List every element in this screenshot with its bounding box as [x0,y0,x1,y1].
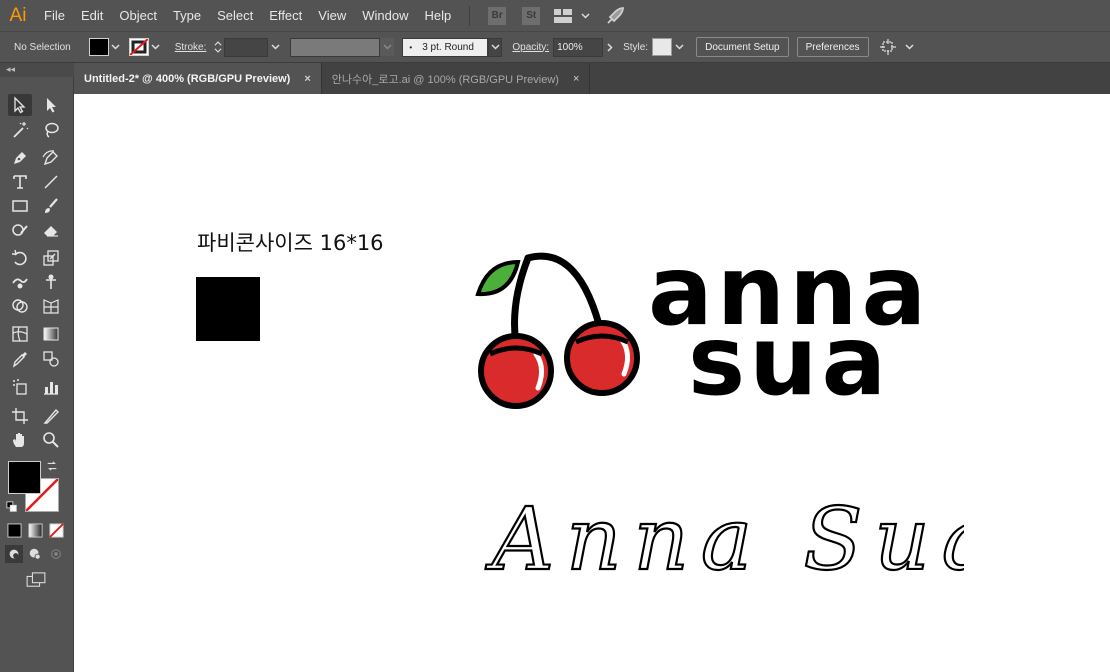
column-graph-tool-icon[interactable] [39,376,63,398]
menu-item-file[interactable]: File [36,0,73,31]
screen-mode-icon[interactable] [24,570,48,590]
rectangle-tool-icon[interactable] [8,195,32,217]
fill-swatch[interactable] [88,38,109,56]
draw-normal-icon[interactable] [5,545,23,563]
slice-tool-icon[interactable] [39,405,63,427]
warp-tool-icon[interactable] [8,271,32,293]
control-bar: No Selection Stroke: • 3 pt. Round Opaci… [0,31,1110,63]
blend-tool-icon[interactable] [39,348,63,370]
stroke-weight-chevron-icon[interactable] [268,38,282,56]
menu-item-window[interactable]: Window [354,0,416,31]
stroke-chevron-icon[interactable] [149,38,163,56]
paintbrush-tool-icon[interactable] [39,195,63,217]
stroke-swatch[interactable] [128,38,149,56]
opacity-field[interactable]: 100% [553,37,604,57]
anna-sua-cherry-logo[interactable]: anna sua [470,244,930,419]
panel-collapse-icon[interactable]: ◂◂ [0,63,74,77]
document-setup-button[interactable]: Document Setup [696,37,789,57]
puppet-warp-tool-icon[interactable] [39,271,63,293]
rotate-tool-icon[interactable] [8,247,32,269]
mesh-tool-icon[interactable] [8,323,32,345]
stroke-weight-stepper-icon[interactable] [212,38,224,56]
transform-options-icon[interactable] [877,37,899,57]
tab-untitled-2[interactable]: Untitled-2* @ 400% (RGB/GPU Preview) × [74,63,322,94]
none-mode-icon[interactable] [47,521,65,539]
workspace-chevron-icon[interactable] [578,7,592,25]
type-tool-icon[interactable] [8,171,32,193]
symbol-sprayer-tool-icon[interactable] [8,376,32,398]
zoom-tool-icon[interactable] [39,429,63,451]
opacity-arrow-icon[interactable] [603,38,617,56]
menu-item-object[interactable]: Object [111,0,165,31]
draw-behind-icon[interactable] [26,545,44,563]
tab-label: Untitled-2* @ 400% (RGB/GPU Preview) [84,72,291,85]
hand-tool-icon[interactable] [8,429,32,451]
direct-selection-tool-icon[interactable] [39,94,63,116]
logo-word-sua: sua [688,305,890,417]
control-bar-menu-chevron-icon[interactable] [903,38,917,56]
favicon-size-label[interactable]: 파비콘사이즈 16*16 [197,227,384,257]
brush-dot-icon: • [409,42,413,52]
close-icon[interactable]: × [304,73,310,85]
menu-item-effect[interactable]: Effect [261,0,310,31]
opacity-value: 100% [557,41,583,53]
line-segment-tool-icon[interactable] [39,171,63,193]
default-fill-stroke-icon[interactable] [5,500,19,514]
selection-tool-icon[interactable] [8,94,32,116]
brush-definition[interactable]: • 3 pt. Round [402,37,489,57]
lasso-tool-icon[interactable] [39,119,63,141]
shape-builder-tool-icon[interactable] [8,295,32,317]
anna-sua-script-logo[interactable]: Anna Sua [484,489,964,589]
tab-anna-sua-logo[interactable]: 안나수아_로고.ai @ 100% (RGB/GPU Preview) × [322,63,591,94]
gradient-tool-icon[interactable] [39,323,63,345]
tab-label: 안나수아_로고.ai @ 100% (RGB/GPU Preview) [331,73,559,86]
eraser-tool-icon[interactable] [39,219,63,241]
color-mode-icon[interactable] [5,521,23,539]
stroke-weight-field[interactable] [224,37,269,57]
selection-status: No Selection [14,41,71,53]
profile-chevron-icon[interactable] [380,38,395,56]
fill-chevron-icon[interactable] [109,38,123,56]
menu-separator [469,5,471,26]
menu-item-view[interactable]: View [310,0,354,31]
menu-bar: Ai File Edit Object Type Select Effect V… [0,0,1110,31]
brush-chevron-icon[interactable] [488,37,503,57]
artboard-tool-icon[interactable] [8,405,32,427]
preferences-button[interactable]: Preferences [796,37,869,57]
pen-tool-icon[interactable] [8,147,32,169]
menu-item-type[interactable]: Type [165,0,209,31]
gpu-rocket-icon[interactable] [604,6,626,26]
app-logo: Ai [9,4,27,26]
scale-tool-icon[interactable] [39,247,63,269]
bridge-button[interactable]: Br [488,6,507,25]
gradient-mode-icon[interactable] [26,521,44,539]
close-icon[interactable]: × [573,73,579,85]
swap-fill-stroke-icon[interactable] [45,459,59,473]
tools-panel: ◂◂ [0,63,74,672]
favicon-square[interactable] [196,277,260,341]
brush-label: 3 pt. Round [422,41,474,53]
variable-width-profile[interactable] [290,37,381,57]
menu-item-select[interactable]: Select [209,0,261,31]
eyedropper-tool-icon[interactable] [8,348,32,370]
opacity-label[interactable]: Opacity: [512,42,549,53]
workspace-layout-icon[interactable] [552,6,574,26]
fill-color-box[interactable] [8,461,41,494]
curvature-tool-icon[interactable] [39,147,63,169]
shaper-tool-icon[interactable] [8,219,32,241]
draw-inside-icon[interactable] [47,545,65,563]
magic-wand-tool-icon[interactable] [8,119,32,141]
stroke-label[interactable]: Stroke: [175,42,207,53]
perspective-grid-tool-icon[interactable] [39,295,63,317]
artboard-canvas[interactable]: 파비콘사이즈 16*16 anna sua Anna Sua [74,94,1110,672]
style-label: Style: [623,41,649,53]
style-chevron-icon[interactable] [672,38,686,56]
stock-button[interactable]: St [522,6,541,25]
menu-item-edit[interactable]: Edit [73,0,111,31]
script-wordmark: Anna Sua [485,490,964,589]
graphic-style-swatch[interactable] [652,38,673,56]
menu-item-help[interactable]: Help [416,0,459,31]
document-tab-bar: Untitled-2* @ 400% (RGB/GPU Preview) × 안… [74,63,1110,94]
